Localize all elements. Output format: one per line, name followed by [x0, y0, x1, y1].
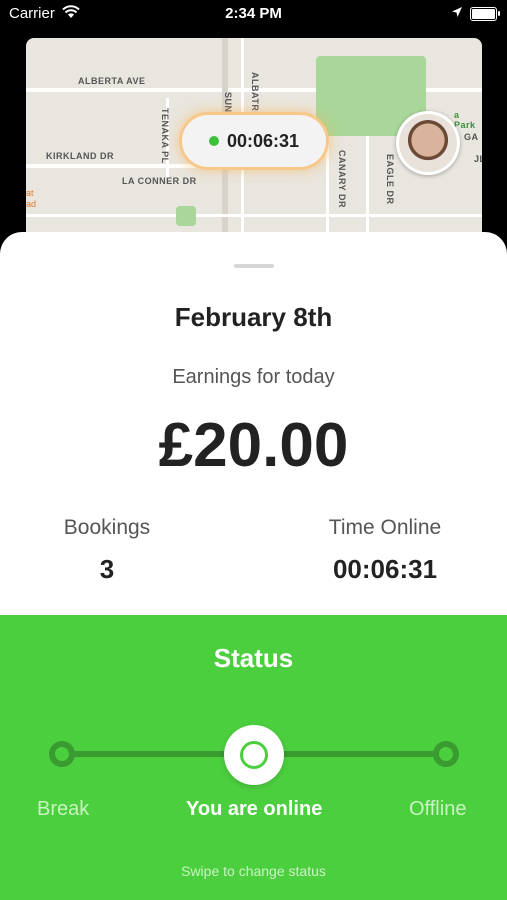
- online-timer: 00:06:31: [226, 130, 300, 151]
- map-road: [366, 118, 369, 248]
- location-arrow-icon: [451, 5, 463, 22]
- street-label: EAGLE DR: [385, 154, 395, 205]
- earnings-label: Earnings for today: [172, 366, 335, 388]
- time-online-label: Time Online: [328, 516, 442, 539]
- offline-node[interactable]: [433, 741, 459, 767]
- status-title: Status: [213, 643, 294, 673]
- street-label: TENAKA PL: [160, 108, 170, 164]
- map-road: [26, 214, 482, 217]
- bookings-count: 3: [99, 554, 115, 584]
- status-panel: Status Break You are online Offline Swip…: [0, 615, 507, 900]
- status-bar: Carrier 2:34 PM: [0, 0, 507, 28]
- street-label: CANARY DR: [337, 150, 347, 209]
- status-option-break[interactable]: Break: [37, 798, 89, 821]
- battery-icon: [470, 7, 500, 21]
- time-online-value: 00:06:31: [332, 554, 438, 584]
- date-heading: February 8th: [174, 302, 333, 332]
- park-label: a Park: [454, 110, 476, 130]
- street-label: ALBERTA AVE: [78, 76, 146, 86]
- status-slider-knob[interactable]: [224, 725, 284, 785]
- earnings-amount: £20.00: [158, 411, 349, 480]
- sheet-drag-handle[interactable]: [234, 264, 274, 268]
- online-timer-pill: 00:06:31: [182, 115, 326, 167]
- map-poi-label: at: [26, 188, 34, 198]
- online-dot-icon: [208, 136, 219, 146]
- bookings-label: Bookings: [63, 516, 151, 539]
- street-label: GA: [464, 132, 479, 142]
- street-label: KIRKLAND DR: [46, 151, 114, 161]
- break-node[interactable]: [49, 741, 75, 767]
- status-option-offline[interactable]: Offline: [409, 798, 466, 821]
- street-label: LA CONNER DR: [122, 176, 197, 186]
- driver-avatar[interactable]: [396, 111, 460, 175]
- swipe-hint: Swipe to change status: [181, 863, 326, 879]
- avatar-photo: [399, 114, 457, 172]
- street-label: JL: [474, 154, 482, 164]
- status-option-online[interactable]: You are online: [186, 798, 322, 821]
- map-poi-label: ad: [26, 199, 37, 209]
- map-road: [26, 164, 226, 168]
- earnings-sheet: February 8th Earnings for today £20.00 B…: [0, 232, 507, 900]
- clock: 2:34 PM: [225, 5, 282, 22]
- map-park: [176, 206, 196, 226]
